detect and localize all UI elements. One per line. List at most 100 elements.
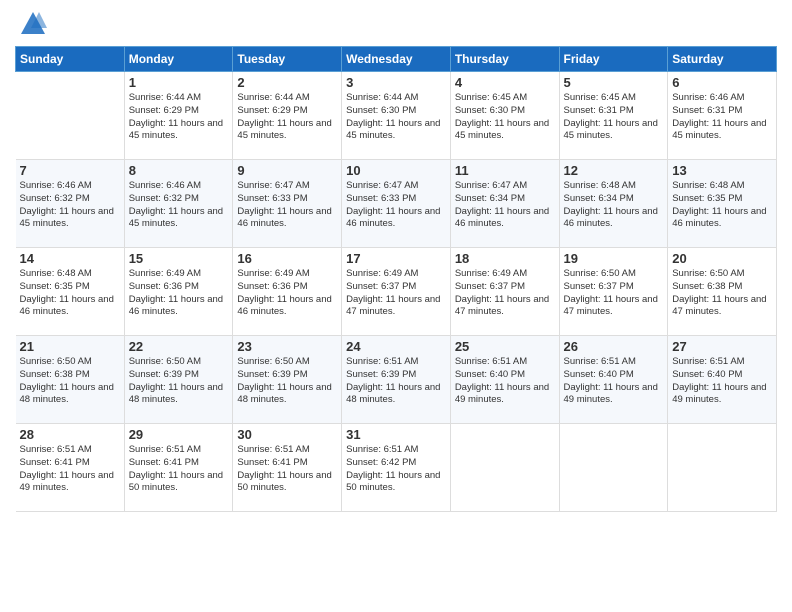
day-number: 31 xyxy=(346,427,446,442)
calendar-cell: 17 Sunrise: 6:49 AMSunset: 6:37 PMDayligh… xyxy=(342,248,451,336)
calendar-cell: 7 Sunrise: 6:46 AMSunset: 6:32 PMDaylight… xyxy=(16,160,125,248)
day-info: Sunrise: 6:51 AMSunset: 6:39 PMDaylight:… xyxy=(346,356,446,407)
calendar-cell xyxy=(668,424,777,512)
calendar-cell: 13 Sunrise: 6:48 AMSunset: 6:35 PMDayligh… xyxy=(668,160,777,248)
day-info: Sunrise: 6:49 AMSunset: 6:36 PMDaylight:… xyxy=(237,268,337,319)
day-info: Sunrise: 6:51 AMSunset: 6:40 PMDaylight:… xyxy=(455,356,555,407)
calendar-cell: 4Sunrise: 6:45 AMSunset: 6:30 PMDaylight… xyxy=(450,72,559,160)
day-number: 5 xyxy=(564,75,664,90)
calendar-cell: 27 Sunrise: 6:51 AMSunset: 6:40 PMDayligh… xyxy=(668,336,777,424)
calendar-cell: 23 Sunrise: 6:50 AMSunset: 6:39 PMDayligh… xyxy=(233,336,342,424)
day-number: 8 xyxy=(129,163,229,178)
day-info: Sunrise: 6:45 AMSunset: 6:30 PMDaylight:… xyxy=(455,92,555,143)
calendar-cell: 20 Sunrise: 6:50 AMSunset: 6:38 PMDayligh… xyxy=(668,248,777,336)
day-number: 17 xyxy=(346,251,446,266)
calendar-cell: 11 Sunrise: 6:47 AMSunset: 6:34 PMDayligh… xyxy=(450,160,559,248)
day-info: Sunrise: 6:46 AMSunset: 6:32 PMDaylight:… xyxy=(129,180,229,231)
weekday-header-row: SundayMondayTuesdayWednesdayThursdayFrid… xyxy=(16,47,777,72)
day-number: 10 xyxy=(346,163,446,178)
day-number: 6 xyxy=(672,75,772,90)
weekday-header-monday: Monday xyxy=(124,47,233,72)
day-number: 14 xyxy=(20,251,120,266)
day-number: 7 xyxy=(20,163,120,178)
day-number: 13 xyxy=(672,163,772,178)
calendar-cell: 3 Sunrise: 6:44 AMSunset: 6:30 PMDaylight… xyxy=(342,72,451,160)
day-number: 11 xyxy=(455,163,555,178)
day-info: Sunrise: 6:49 AMSunset: 6:37 PMDaylight:… xyxy=(346,268,446,319)
calendar-cell: 10 Sunrise: 6:47 AMSunset: 6:33 PMDayligh… xyxy=(342,160,451,248)
calendar-cell: 24 Sunrise: 6:51 AMSunset: 6:39 PMDayligh… xyxy=(342,336,451,424)
calendar-cell: 14 Sunrise: 6:48 AMSunset: 6:35 PMDayligh… xyxy=(16,248,125,336)
day-number: 22 xyxy=(129,339,229,354)
day-info: Sunrise: 6:50 AMSunset: 6:39 PMDaylight:… xyxy=(129,356,229,407)
calendar-week-row: 14 Sunrise: 6:48 AMSunset: 6:35 PMDayligh… xyxy=(16,248,777,336)
calendar-cell: 15Sunrise: 6:49 AMSunset: 6:36 PMDayligh… xyxy=(124,248,233,336)
day-number: 9 xyxy=(237,163,337,178)
calendar-cell: 29Sunrise: 6:51 AMSunset: 6:41 PMDayligh… xyxy=(124,424,233,512)
day-info: Sunrise: 6:47 AMSunset: 6:33 PMDaylight:… xyxy=(346,180,446,231)
calendar-cell: 18 Sunrise: 6:49 AMSunset: 6:37 PMDayligh… xyxy=(450,248,559,336)
day-info: Sunrise: 6:51 AMSunset: 6:41 PMDaylight:… xyxy=(237,444,337,495)
header xyxy=(15,10,777,38)
weekday-header-saturday: Saturday xyxy=(668,47,777,72)
calendar-week-row: 28 Sunrise: 6:51 AMSunset: 6:41 PMDayligh… xyxy=(16,424,777,512)
day-number: 15 xyxy=(129,251,229,266)
day-number: 23 xyxy=(237,339,337,354)
day-number: 16 xyxy=(237,251,337,266)
day-number: 1 xyxy=(129,75,229,90)
calendar-cell: 28 Sunrise: 6:51 AMSunset: 6:41 PMDayligh… xyxy=(16,424,125,512)
day-number: 25 xyxy=(455,339,555,354)
calendar-cell: 1 Sunrise: 6:44 AMSunset: 6:29 PMDaylight… xyxy=(124,72,233,160)
day-info: Sunrise: 6:48 AMSunset: 6:35 PMDaylight:… xyxy=(672,180,772,231)
calendar-cell: 9 Sunrise: 6:47 AMSunset: 6:33 PMDaylight… xyxy=(233,160,342,248)
calendar-cell: 22 Sunrise: 6:50 AMSunset: 6:39 PMDayligh… xyxy=(124,336,233,424)
calendar-cell xyxy=(16,72,125,160)
day-number: 2 xyxy=(237,75,337,90)
logo xyxy=(15,10,47,38)
calendar-cell: 2Sunrise: 6:44 AMSunset: 6:29 PMDaylight… xyxy=(233,72,342,160)
calendar-cell xyxy=(559,424,668,512)
day-number: 30 xyxy=(237,427,337,442)
calendar-week-row: 1 Sunrise: 6:44 AMSunset: 6:29 PMDaylight… xyxy=(16,72,777,160)
calendar-cell xyxy=(450,424,559,512)
day-number: 3 xyxy=(346,75,446,90)
calendar-cell: 8 Sunrise: 6:46 AMSunset: 6:32 PMDaylight… xyxy=(124,160,233,248)
day-info: Sunrise: 6:50 AMSunset: 6:38 PMDaylight:… xyxy=(672,268,772,319)
day-info: Sunrise: 6:51 AMSunset: 6:41 PMDaylight:… xyxy=(20,444,120,495)
day-info: Sunrise: 6:45 AMSunset: 6:31 PMDaylight:… xyxy=(564,92,664,143)
day-info: Sunrise: 6:50 AMSunset: 6:38 PMDaylight:… xyxy=(20,356,120,407)
day-info: Sunrise: 6:50 AMSunset: 6:39 PMDaylight:… xyxy=(237,356,337,407)
day-info: Sunrise: 6:47 AMSunset: 6:34 PMDaylight:… xyxy=(455,180,555,231)
day-info: Sunrise: 6:44 AMSunset: 6:29 PMDaylight:… xyxy=(129,92,229,143)
calendar-cell: 19Sunrise: 6:50 AMSunset: 6:37 PMDayligh… xyxy=(559,248,668,336)
day-info: Sunrise: 6:46 AMSunset: 6:31 PMDaylight:… xyxy=(672,92,772,143)
day-number: 19 xyxy=(564,251,664,266)
day-info: Sunrise: 6:48 AMSunset: 6:35 PMDaylight:… xyxy=(20,268,120,319)
calendar-week-row: 21 Sunrise: 6:50 AMSunset: 6:38 PMDayligh… xyxy=(16,336,777,424)
day-info: Sunrise: 6:44 AMSunset: 6:30 PMDaylight:… xyxy=(346,92,446,143)
day-number: 20 xyxy=(672,251,772,266)
calendar-cell: 16 Sunrise: 6:49 AMSunset: 6:36 PMDayligh… xyxy=(233,248,342,336)
calendar-cell: 12Sunrise: 6:48 AMSunset: 6:34 PMDayligh… xyxy=(559,160,668,248)
weekday-header-friday: Friday xyxy=(559,47,668,72)
day-info: Sunrise: 6:51 AMSunset: 6:40 PMDaylight:… xyxy=(672,356,772,407)
calendar-week-row: 7 Sunrise: 6:46 AMSunset: 6:32 PMDaylight… xyxy=(16,160,777,248)
day-info: Sunrise: 6:46 AMSunset: 6:32 PMDaylight:… xyxy=(20,180,120,231)
page: SundayMondayTuesdayWednesdayThursdayFrid… xyxy=(0,0,792,612)
day-number: 28 xyxy=(20,427,120,442)
day-info: Sunrise: 6:49 AMSunset: 6:37 PMDaylight:… xyxy=(455,268,555,319)
weekday-header-sunday: Sunday xyxy=(16,47,125,72)
weekday-header-wednesday: Wednesday xyxy=(342,47,451,72)
day-number: 24 xyxy=(346,339,446,354)
day-number: 26 xyxy=(564,339,664,354)
day-info: Sunrise: 6:51 AMSunset: 6:42 PMDaylight:… xyxy=(346,444,446,495)
calendar-cell: 6 Sunrise: 6:46 AMSunset: 6:31 PMDaylight… xyxy=(668,72,777,160)
day-number: 21 xyxy=(20,339,120,354)
day-info: Sunrise: 6:47 AMSunset: 6:33 PMDaylight:… xyxy=(237,180,337,231)
day-number: 18 xyxy=(455,251,555,266)
day-info: Sunrise: 6:51 AMSunset: 6:41 PMDaylight:… xyxy=(129,444,229,495)
weekday-header-tuesday: Tuesday xyxy=(233,47,342,72)
logo-icon xyxy=(19,10,47,38)
weekday-header-thursday: Thursday xyxy=(450,47,559,72)
day-number: 27 xyxy=(672,339,772,354)
